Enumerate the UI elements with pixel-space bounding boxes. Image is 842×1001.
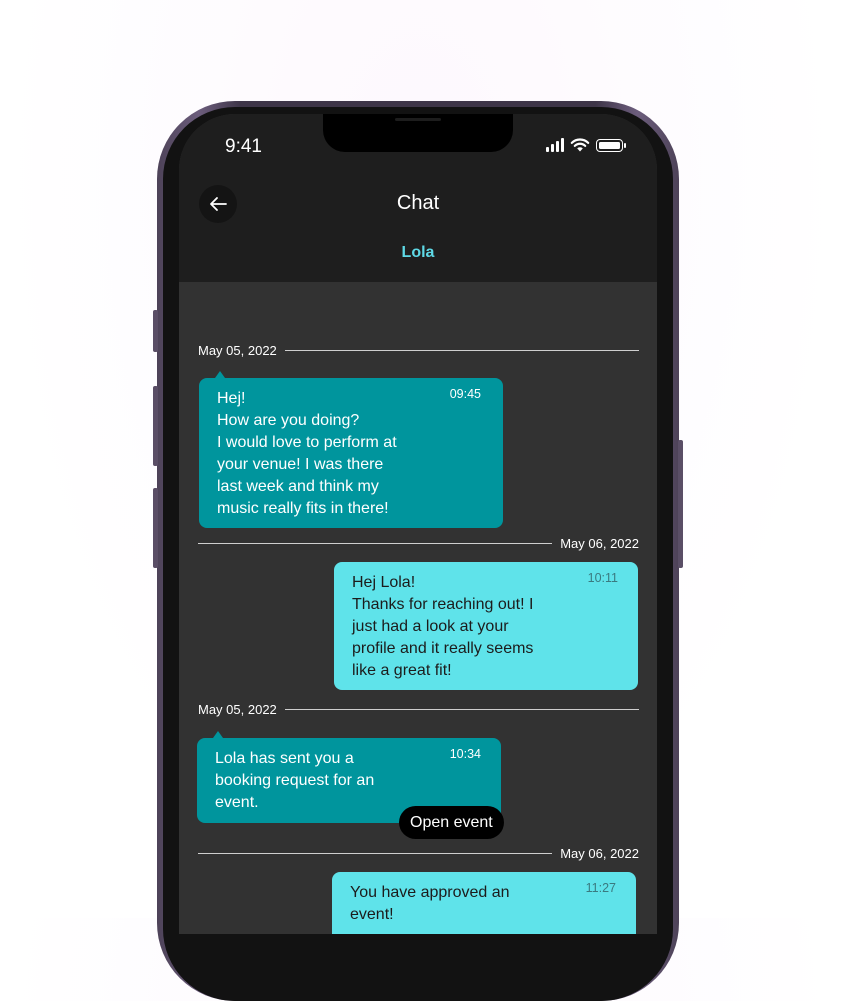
message-time: 11:27	[585, 881, 616, 895]
phone-side-button	[153, 310, 158, 352]
date-separator: May 05, 2022	[198, 701, 639, 717]
date-separator: May 05, 2022	[198, 342, 639, 358]
message-bubble-incoming: Hej! How are you doing? I would love to …	[199, 371, 503, 528]
date-label: May 06, 2022	[560, 535, 639, 551]
date-separator: May 06, 2022	[198, 845, 639, 861]
message-time: 10:11	[587, 571, 618, 585]
divider	[198, 852, 553, 854]
status-time: 9:41	[225, 136, 262, 157]
phone-side-button	[678, 440, 683, 568]
message-time: 10:34	[449, 747, 481, 761]
notch	[323, 114, 513, 152]
date-separator: May 06, 2022	[198, 535, 639, 551]
date-label: May 06, 2022	[560, 845, 639, 861]
battery-icon	[596, 139, 626, 152]
open-event-button[interactable]: Open event	[399, 806, 504, 839]
status-icons	[546, 138, 626, 152]
page-title: Chat	[396, 192, 440, 214]
bubble-tail	[213, 731, 223, 738]
bubble-tail	[215, 371, 225, 378]
divider	[198, 542, 553, 544]
message-text: Lola has sent you a booking request for …	[215, 750, 375, 811]
message-text: Hej! How are you doing? I would love to …	[217, 390, 397, 517]
date-label: May 05, 2022	[198, 342, 277, 358]
wifi-icon	[570, 138, 590, 152]
phone-screen: 9:41 Chat Lola May 05, 2022 Hej! How are…	[179, 114, 657, 934]
message-time: 09:45	[449, 387, 481, 401]
phone-side-button	[153, 488, 158, 568]
message-bubble-outgoing: Hej Lola! Thanks for reaching out! I jus…	[334, 562, 638, 690]
divider	[284, 708, 639, 710]
message-text: You have approved an event!	[350, 884, 510, 923]
contact-name: Lola	[401, 244, 435, 261]
divider	[284, 349, 639, 351]
speaker	[395, 118, 441, 121]
message-text: Hej Lola! Thanks for reaching out! I jus…	[352, 574, 534, 679]
date-label: May 05, 2022	[198, 701, 277, 717]
cellular-signal-icon	[546, 138, 564, 152]
phone-side-button	[153, 386, 158, 466]
message-bubble-outgoing: You have approved an event! 11:27	[332, 872, 636, 934]
